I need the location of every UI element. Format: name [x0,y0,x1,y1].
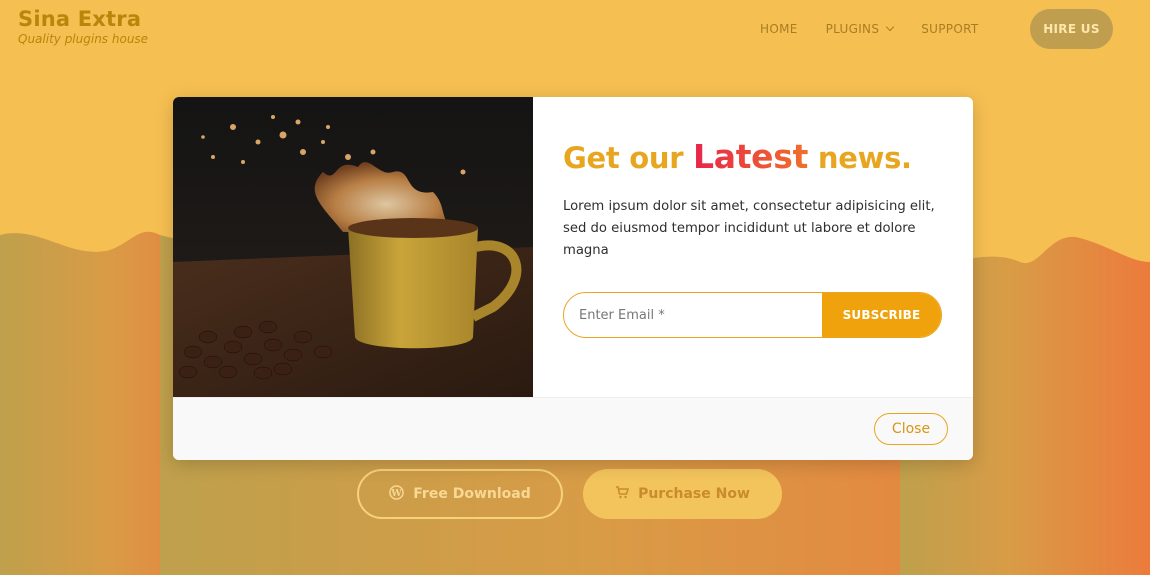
nav-item-home-label: HOME [760,22,798,36]
modal-headline: Get our Latest news. [563,137,912,176]
headline-highlight: Latest [693,137,809,176]
email-field[interactable] [564,293,822,337]
headline-prefix: Get our [563,141,693,175]
modal-description: Lorem ipsum dolor sit amet, consectetur … [563,199,935,258]
chevron-down-icon [886,22,895,32]
nav-item-home[interactable]: HOME [760,22,798,36]
brand[interactable]: Sina Extra Quality plugins house [18,7,148,46]
purchase-now-button[interactable]: Purchase Now [583,469,782,519]
brand-name: Sina Extra [18,7,142,31]
close-button[interactable]: Close [874,413,948,445]
modal-content: Get our Latest news. Lorem ipsum dolor s… [533,97,973,397]
newsletter-modal: Get our Latest news. Lorem ipsum dolor s… [173,97,973,460]
subscribe-button[interactable]: SUBSCRIBE [822,293,941,337]
nav-item-plugins[interactable]: PLUGINS [825,22,895,36]
coffee-cup-splash-photo [173,97,533,397]
wordpress-icon: W [389,484,405,504]
headline-suffix: news. [808,141,912,175]
nav-item-support[interactable]: SUPPORT [921,22,978,36]
free-download-label: Free Download [413,486,531,502]
hire-us-button[interactable]: HIRE US [1030,9,1113,49]
brand-tagline: Quality plugins house [18,32,149,46]
purchase-now-label: Purchase Now [638,486,750,502]
main-nav: HOME PLUGINS SUPPORT [760,22,1006,36]
free-download-button[interactable]: W Free Download [357,469,563,519]
hero-buttons: W Free Download Purchase Now [357,469,782,519]
subscribe-form: SUBSCRIBE [563,292,942,338]
nav-item-plugins-label: PLUGINS [825,22,880,36]
modal-footer: Close [173,397,973,460]
cart-icon [615,485,630,503]
svg-text:W: W [391,487,403,498]
nav-item-support-label: SUPPORT [921,22,979,36]
top-navigation-bar: Sina Extra Quality plugins house HOME PL… [0,0,1150,62]
